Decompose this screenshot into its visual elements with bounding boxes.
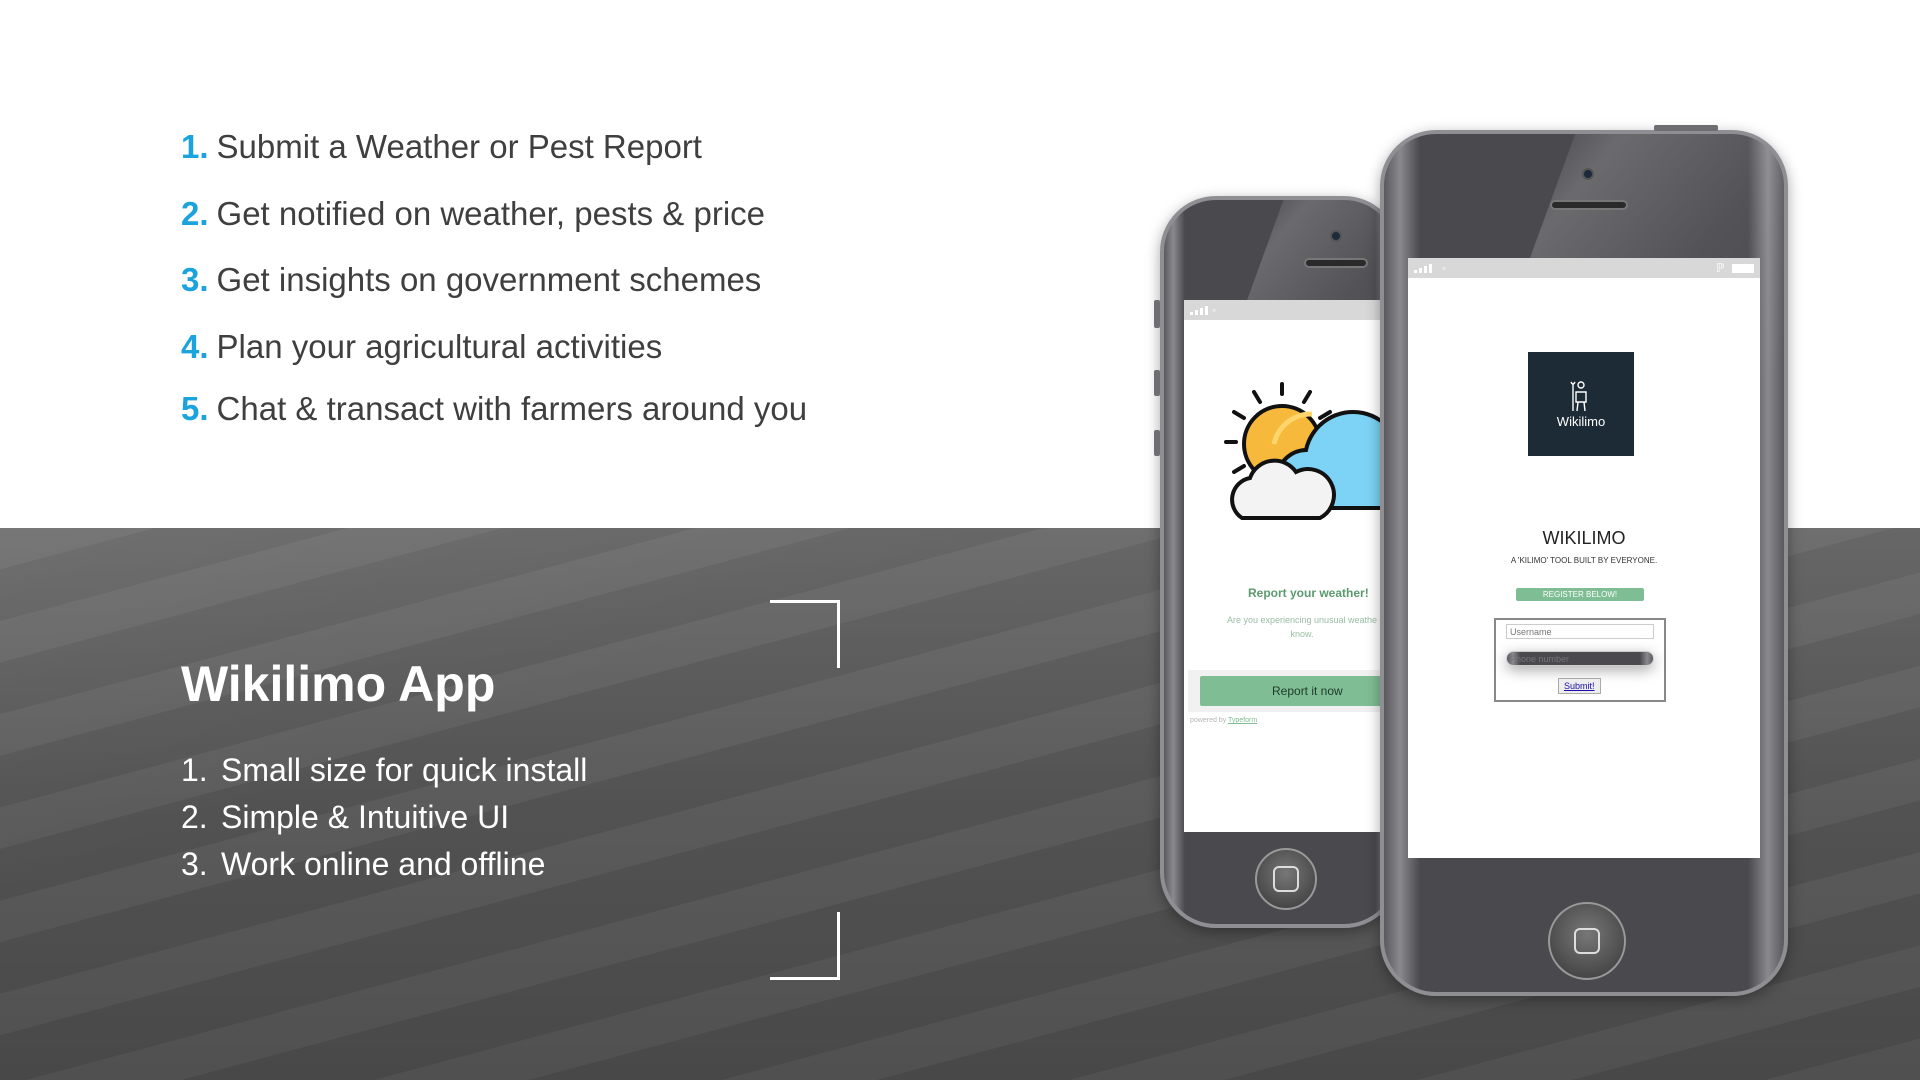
report-it-now-button[interactable]: Report it now: [1200, 676, 1384, 706]
phone-mockup-front: ◦ ℙ Wikilimo WIKILIMO A 'KILIMO' TOOL BU…: [1380, 125, 1788, 996]
report-subtitle-line: Are you experiencing unusual weathe: [1226, 615, 1378, 625]
wifi-icon: ◦: [1212, 303, 1217, 317]
app-point-number: 2.: [181, 799, 208, 835]
feature-number: 4.: [181, 328, 209, 365]
app-point-number: 1.: [181, 752, 208, 788]
tagline: A 'KILIMO' TOOL BUILT BY EVERYONE.: [1510, 556, 1658, 565]
home-button[interactable]: [1255, 848, 1317, 910]
feature-number: 1.: [181, 128, 209, 165]
farmer-icon: [1570, 381, 1587, 412]
feature-item: 3. Get insights on government schemes: [181, 261, 761, 299]
powered-by-label: powered by: [1190, 717, 1229, 724]
app-point: 2. Simple & Intuitive UI: [181, 799, 509, 836]
submit-button[interactable]: Submit!: [1558, 678, 1601, 694]
app-point: 1. Small size for quick install: [181, 752, 587, 789]
sun-cloud-icon: [1224, 382, 1384, 520]
signal-icon: [1414, 264, 1432, 273]
phone-top-button: [1654, 125, 1718, 131]
phone-screen: ◦ Report your weather! Are you experienc…: [1184, 300, 1384, 832]
phone-side-button: [1154, 300, 1160, 328]
speaker-grille: [1550, 200, 1628, 210]
app-title: Wikilimo App: [181, 656, 496, 712]
feature-text: Plan your agricultural activities: [216, 328, 663, 365]
camera-icon: [1582, 168, 1594, 180]
feature-item: 5. Chat & transact with farmers around yo…: [181, 390, 807, 428]
phone-mockup-back: ◦ Report your weather! Are you experienc…: [1154, 196, 1400, 928]
app-point-text: Simple & Intuitive UI: [221, 799, 510, 835]
app-point-text: Small size for quick install: [221, 752, 588, 788]
feature-item: 2. Get notified on weather, pests & price: [181, 195, 765, 233]
feature-number: 3.: [181, 261, 209, 298]
app-point-number: 3.: [181, 846, 208, 882]
report-subtitle-line: know.: [1290, 628, 1314, 639]
feature-text: Chat & transact with farmers around you: [216, 390, 808, 427]
report-title: Report your weather!: [1248, 586, 1369, 600]
phone-side-button: [1154, 430, 1160, 456]
typeform-link[interactable]: Typeform: [1228, 717, 1257, 724]
register-banner: REGISTER BELOW!: [1516, 588, 1644, 601]
registration-form: Submit!: [1494, 618, 1666, 702]
phone-screen: ◦ ℙ Wikilimo WIKILIMO A 'KILIMO' TOOL BU…: [1408, 258, 1760, 858]
bluetooth-icon: ℙ: [1716, 261, 1725, 275]
status-bar: ◦: [1184, 300, 1384, 320]
feature-number: 2.: [181, 195, 209, 232]
speaker-grille: [1304, 258, 1368, 268]
wikilimo-logo: Wikilimo: [1528, 352, 1634, 456]
status-bar: ◦ ℙ: [1408, 258, 1760, 278]
battery-icon: [1732, 264, 1754, 273]
feature-text: Get insights on government schemes: [216, 261, 762, 298]
home-button[interactable]: [1548, 902, 1626, 980]
feature-text: Get notified on weather, pests & price: [216, 195, 766, 232]
username-input[interactable]: [1506, 624, 1654, 639]
signal-icon: [1190, 306, 1208, 315]
feature-item: 4. Plan your agricultural activities: [181, 328, 662, 366]
camera-icon: [1330, 230, 1342, 242]
app-point: 3. Work online and offline: [181, 846, 545, 883]
bracket-top-decoration: [770, 600, 840, 668]
wifi-icon: ◦: [1442, 261, 1447, 275]
bracket-bottom-decoration: [770, 912, 840, 980]
feature-text: Submit a Weather or Pest Report: [216, 128, 702, 165]
feature-item: 1. Submit a Weather or Pest Report: [181, 128, 702, 166]
app-point-text: Work online and offline: [221, 846, 546, 882]
report-subtitle: Are you experiencing unusual weathe know.: [1202, 614, 1384, 641]
phone-side-button: [1154, 370, 1160, 396]
app-name-heading: WIKILIMO: [1542, 528, 1626, 548]
logo-text: Wikilimo: [1556, 414, 1606, 429]
feature-number: 5.: [181, 390, 209, 427]
phone-number-input[interactable]: [1506, 651, 1654, 666]
powered-by-text: powered by Typeform: [1190, 717, 1257, 724]
